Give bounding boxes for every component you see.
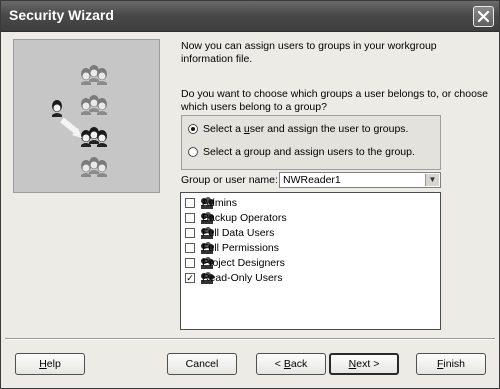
next-button[interactable]: Next > — [329, 353, 399, 375]
assign-mode-group: Select a user and assign the user to gro… — [181, 115, 441, 170]
radio-button[interactable] — [188, 124, 198, 134]
checkbox[interactable] — [185, 228, 195, 238]
radio-label: Select a user and assign the user to gro… — [203, 123, 409, 135]
list-item-label: Project Designers — [202, 257, 285, 269]
group-user-select[interactable]: NWReader1 ▼ — [279, 172, 441, 188]
radio-group-to-users[interactable]: Select a group and assign users to the g… — [188, 145, 428, 159]
checkbox[interactable] — [185, 258, 195, 268]
radio-user-to-groups[interactable]: Select a user and assign the user to gro… — [188, 122, 428, 136]
intro-line-2: information file. — [181, 53, 253, 65]
close-icon — [477, 10, 490, 23]
window-title: Security Wizard — [9, 7, 114, 23]
divider — [5, 338, 495, 340]
list-item-label: Read-Only Users — [202, 272, 283, 284]
list-item-label: Full Data Users — [202, 227, 275, 239]
intro-line-1: Now you can assign users to groups in yo… — [181, 40, 437, 52]
radio-label: Select a group and assign users to the g… — [203, 146, 415, 158]
radio-button[interactable] — [188, 147, 198, 157]
finish-button[interactable]: Finish — [416, 353, 486, 375]
help-button[interactable]: Help — [15, 353, 85, 375]
chevron-down-icon[interactable]: ▼ — [425, 174, 439, 186]
group-user-label: Group or user name: — [181, 174, 278, 186]
list-item-label: Admins — [202, 197, 238, 209]
back-button[interactable]: < Back — [256, 353, 326, 375]
question-line-1: Do you want to choose which groups a use… — [181, 88, 489, 100]
security-wizard-window: Security Wizard Now you can assign users… — [0, 0, 500, 389]
groups-list[interactable]: Admins Backup Operators Full Data Users … — [180, 192, 441, 330]
list-item-label: Full Permissions — [202, 242, 280, 254]
checkbox[interactable]: ✓ — [185, 273, 195, 283]
list-item-label: Backup Operators — [202, 212, 287, 224]
cancel-button[interactable]: Cancel — [167, 353, 237, 375]
title-bar[interactable]: Security Wizard — [1, 1, 499, 32]
checkbox[interactable] — [185, 243, 195, 253]
checkbox[interactable] — [185, 198, 195, 208]
close-button[interactable] — [473, 6, 494, 27]
checkbox[interactable] — [185, 213, 195, 223]
group-user-value: NWReader1 — [283, 174, 341, 186]
users-groups-illustration — [13, 39, 160, 193]
question-line-2: which users belong to a group? — [181, 101, 327, 113]
